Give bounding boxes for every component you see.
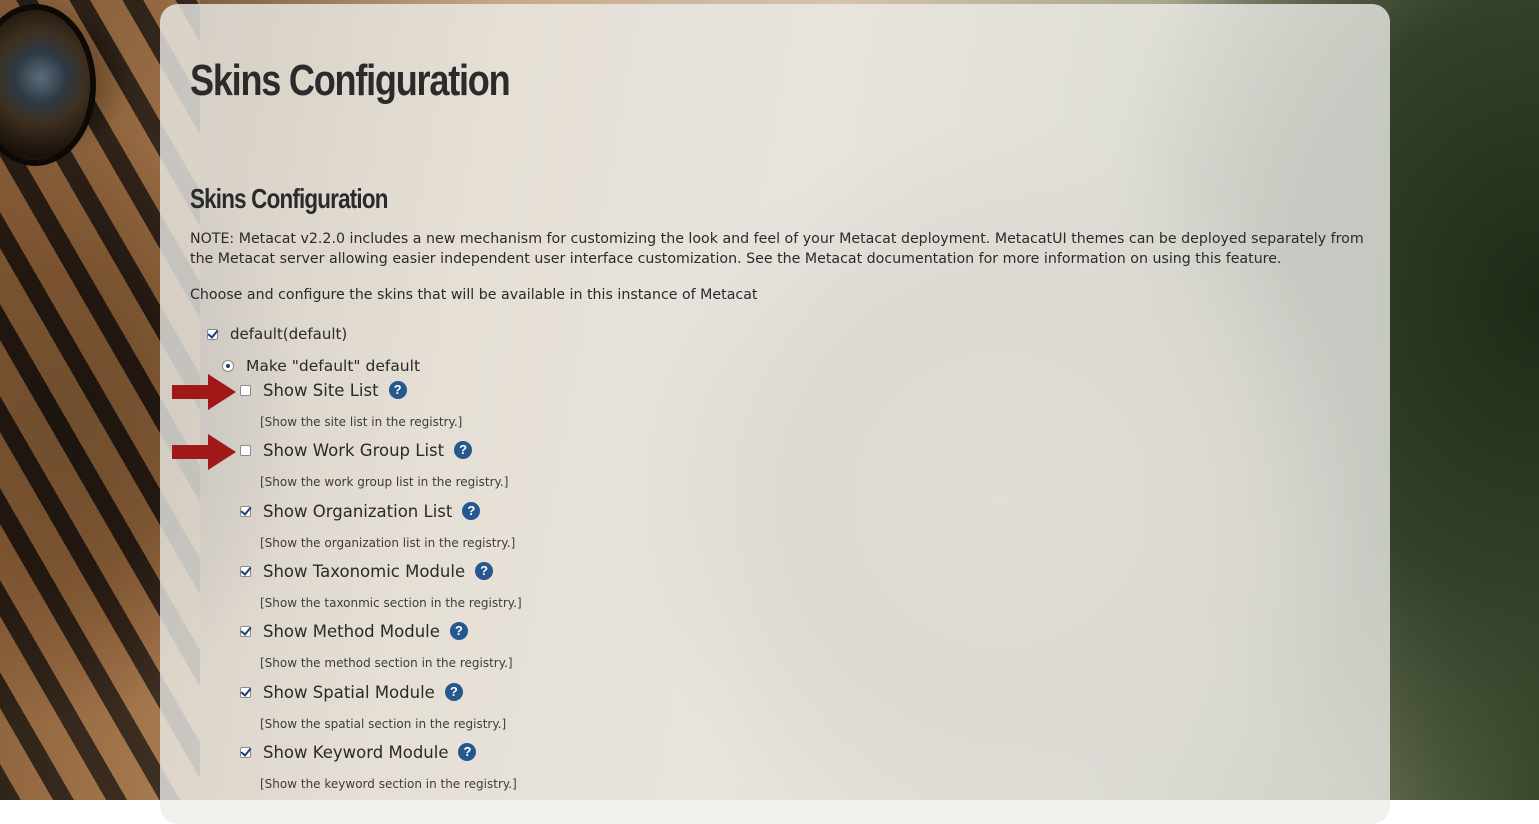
option-line: Show Work Group List? (240, 438, 473, 462)
skin-default-label: default (230, 325, 283, 343)
help-icon[interactable]: ? (449, 622, 468, 640)
option-description: [Show the spatial section in the registr… (260, 717, 507, 731)
option-description: [Show the taxonmic section in the regist… (260, 596, 522, 610)
option-description: [Show the organization list in the regis… (260, 536, 516, 550)
choose-skins-text: Choose and configure the skins that will… (190, 287, 758, 303)
option-label: Show Taxonomic Module (263, 561, 466, 581)
option-item: Show Site List? [Show the site list in th… (240, 378, 462, 429)
option-item: Show Keyword Module? [Show the keyword se… (240, 740, 517, 791)
make-default-label: Make "default" default (246, 357, 421, 375)
red-arrow-shape (172, 434, 236, 470)
option-line: Show Spatial Module? (240, 680, 463, 704)
help-icon[interactable]: ? (458, 743, 477, 761)
option-label: Show Keyword Module (263, 742, 449, 762)
option-line: Show Organization List? (240, 499, 481, 523)
page-title: Skins Configuration (190, 56, 511, 105)
option-checkbox[interactable] (240, 625, 251, 637)
option-line: Show Method Module? (240, 619, 468, 643)
section-title: Skins Configuration (190, 183, 388, 214)
help-icon[interactable]: ? (454, 441, 473, 459)
skin-default-row: default (default) (207, 325, 347, 343)
option-label: Show Spatial Module (263, 682, 435, 702)
option-checkbox[interactable] (240, 444, 251, 456)
option-description: [Show the site list in the registry.] (260, 415, 463, 429)
option-item: Show Organization List? [Show the organiz… (240, 499, 515, 550)
red-arrow-icon (172, 434, 236, 470)
make-default-radio[interactable] (222, 360, 234, 372)
option-label: Show Method Module (263, 621, 440, 641)
help-icon[interactable]: ? (444, 683, 463, 701)
option-description: [Show the method section in the registry… (260, 656, 513, 670)
option-line: Show Keyword Module? (240, 740, 477, 764)
option-item: Show Spatial Module? [Show the spatial se… (240, 680, 506, 731)
option-description: [Show the keyword section in the registr… (260, 777, 517, 791)
skin-default-checkbox[interactable] (207, 328, 218, 340)
note-text: NOTE: Metacat v2.2.0 includes a new mech… (190, 231, 1364, 267)
red-arrow-shape (172, 374, 236, 410)
help-icon[interactable]: ? (475, 562, 494, 580)
option-checkbox[interactable] (240, 505, 251, 517)
option-label: Show Site List (263, 380, 379, 400)
red-arrow-icon (172, 374, 236, 410)
help-icon[interactable]: ? (388, 381, 407, 399)
option-checkbox[interactable] (240, 384, 251, 396)
option-line: Show Taxonomic Module? (240, 559, 494, 583)
option-item: Show Work Group List? [Show the work grou… (240, 438, 508, 489)
option-line: Show Site List? (240, 378, 407, 402)
option-checkbox[interactable] (240, 565, 251, 577)
option-item: Show Method Module? [Show the method sect… (240, 619, 513, 670)
make-default-row: Make "default" default (222, 357, 420, 375)
option-checkbox[interactable] (240, 686, 251, 698)
skin-default-suffix: (default) (282, 325, 348, 343)
help-icon[interactable]: ? (462, 502, 481, 520)
option-description: [Show the work group list in the registr… (260, 475, 509, 489)
option-item: Show Taxonomic Module? [Show the taxonmic… (240, 559, 522, 610)
option-checkbox[interactable] (240, 746, 251, 758)
option-label: Show Organization List (263, 501, 453, 521)
option-label: Show Work Group List (263, 440, 445, 460)
